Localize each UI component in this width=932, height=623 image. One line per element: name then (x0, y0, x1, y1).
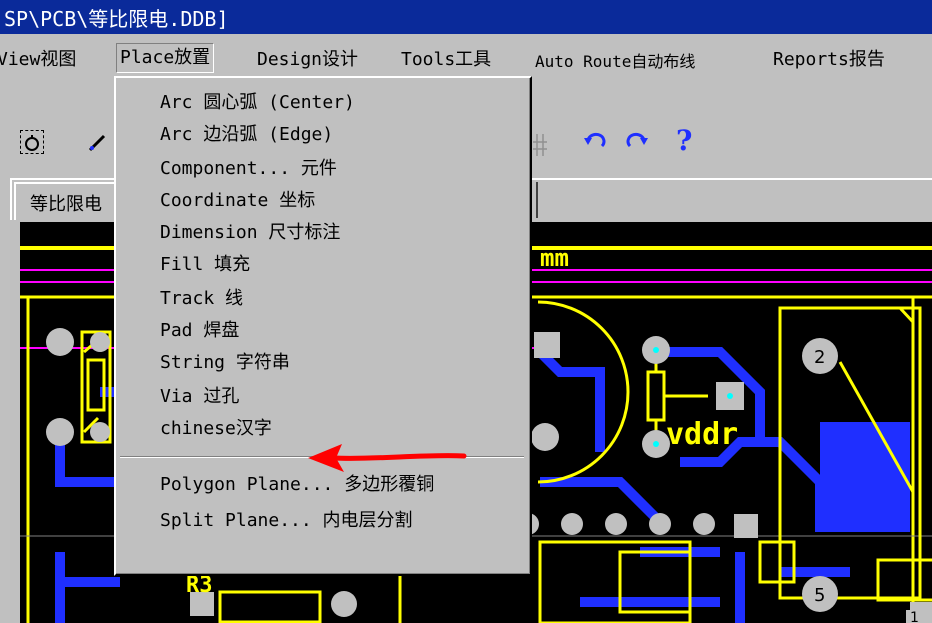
menu-view[interactable]: View视图 (0, 45, 79, 71)
menu-item-chinese[interactable]: chinese汉字 (160, 414, 272, 444)
menu-design-label: Design设计 (257, 49, 359, 70)
help-label: ? (676, 124, 693, 157)
menu-item-via[interactable]: Via 过孔 (160, 382, 239, 412)
pcb-label-vddr: vddr (666, 417, 738, 452)
pcb-label-mm: mm (540, 244, 569, 272)
zoom-area-icon[interactable] (20, 130, 44, 154)
menu-item-dimension-label: Dimension 尺寸标注 (160, 222, 341, 243)
place-menu: Arc 圆心弧 (Center) Arc 边沿弧 (Edge) Componen… (114, 76, 532, 576)
menu-item-chinese-label: chinese汉字 (160, 418, 272, 439)
redo-icon[interactable] (626, 132, 650, 158)
menu-view-label: View视图 (0, 49, 77, 70)
menu-reports[interactable]: Reports报告 (770, 45, 888, 71)
menu-item-split-plane[interactable]: Split Plane... 内电层分割 (160, 506, 413, 536)
pcb-label-pad2: 2 (814, 347, 825, 368)
menu-tools[interactable]: Tools工具 (398, 45, 494, 71)
pcb-label-pad5: 5 (814, 585, 825, 606)
menu-tools-label: Tools工具 (401, 49, 492, 70)
grid-icon[interactable] (533, 132, 547, 164)
menu-item-arc-edge[interactable]: Arc 边沿弧 (Edge) (160, 120, 333, 150)
pencil-icon[interactable] (86, 130, 110, 160)
menu-item-string-label: String 字符串 (160, 352, 290, 373)
menu-place-label: Place放置 (120, 47, 211, 68)
menu-bar: View视图 Place放置 Design设计 Tools工具 Auto Rou… (0, 40, 932, 74)
menu-item-fill[interactable]: Fill 填充 (160, 250, 250, 280)
menu-item-coordinate-label: Coordinate 坐标 (160, 190, 316, 211)
menu-item-via-label: Via 过孔 (160, 386, 240, 407)
menu-item-track-label: Track 线 (160, 288, 244, 309)
menu-item-component-label: Component... 元件 (160, 158, 337, 179)
menu-item-fill-label: Fill 填充 (160, 254, 251, 275)
red-arrow-icon (308, 444, 467, 472)
pcb-label-r3: R3 (186, 573, 213, 598)
menu-item-string[interactable]: String 字符串 (160, 348, 290, 378)
menu-item-pad[interactable]: Pad 焊盘 (160, 316, 239, 346)
help-icon[interactable]: ? (676, 124, 692, 157)
menu-auto-route-label: Auto Route自动布线 (535, 52, 696, 71)
title-bar: SP\PCB\等比限电.DDB] (0, 0, 932, 34)
menu-item-track[interactable]: Track 线 (160, 284, 243, 314)
menu-item-arc-center[interactable]: Arc 圆心弧 (Center) (160, 88, 355, 118)
menu-item-arc-edge-label: Arc 边沿弧 (Edge) (160, 124, 334, 145)
menu-item-split-plane-label: Split Plane... 内电层分割 (160, 510, 413, 531)
menu-place[interactable]: Place放置 (116, 43, 215, 73)
menu-item-dimension[interactable]: Dimension 尺寸标注 (160, 218, 340, 248)
tab-document-label: 等比限电 (30, 194, 102, 215)
menu-item-coordinate[interactable]: Coordinate 坐标 (160, 186, 315, 216)
undo-icon[interactable] (582, 132, 606, 158)
menu-auto-route[interactable]: Auto Route自动布线 (532, 48, 698, 72)
menu-item-pad-label: Pad 焊盘 (160, 320, 240, 341)
menu-item-arc-center-label: Arc 圆心弧 (Center) (160, 92, 355, 113)
menu-design[interactable]: Design设计 (254, 45, 361, 71)
menu-item-component[interactable]: Component... 元件 (160, 154, 337, 184)
window-title: SP\PCB\等比限电.DDB] (4, 7, 229, 31)
tab-strip-end (532, 182, 538, 218)
menu-reports-label: Reports报告 (773, 49, 885, 70)
pcb-label-pad1: 1 (910, 610, 919, 623)
